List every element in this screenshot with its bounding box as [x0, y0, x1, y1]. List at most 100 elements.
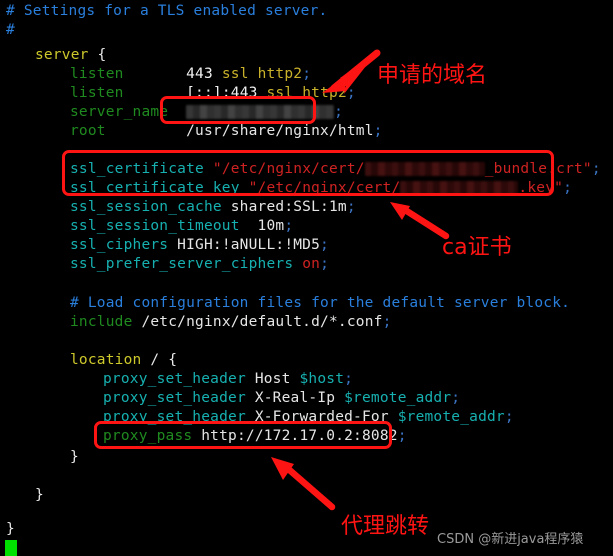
code-token: 443: [186, 66, 213, 82]
code-token: ;: [504, 409, 514, 425]
code-token: $remote_addr: [397, 409, 505, 425]
code-token: ;: [344, 371, 354, 387]
code-token: ssl_prefer_server_ciphers: [70, 256, 294, 272]
code-line: server {: [35, 46, 106, 65]
code-token: proxy_set_header: [103, 390, 246, 406]
code-line: proxy_set_header X-Real-Ip $remote_addr;: [103, 389, 460, 408]
code-token: proxy_set_header: [103, 409, 246, 425]
code-token: #: [6, 22, 15, 38]
terminal-screenshot: # Settings for a TLS enabled server. # ser…: [0, 0, 613, 556]
code-line: ssl_certificate "/etc/nginx/cert/ _bundle…: [70, 160, 601, 179]
code-line: location / {: [70, 351, 177, 370]
code-line: include /etc/nginx/default.d/*.conf;: [70, 313, 392, 332]
code-token: http://172.17.0.2:8082: [192, 428, 398, 444]
code-token: # Load configuration files for the defau…: [70, 295, 571, 311]
code-token: server: [35, 47, 98, 63]
code-line: root /usr/share/nginx/html;: [70, 122, 383, 141]
code-token: "/etc/nginx/cert/: [248, 180, 401, 196]
code-token: proxy_set_header: [103, 371, 246, 387]
code-token: ;: [591, 161, 601, 177]
redacted-value: [186, 105, 335, 119]
code-token: ssl http2: [221, 66, 303, 82]
code-token: }: [6, 521, 15, 537]
code-line: ssl_certificate_key "/etc/nginx/cert/ .ke…: [70, 179, 572, 198]
code-token: ssl_ciphers: [70, 237, 169, 253]
code-token: include: [70, 314, 133, 330]
code-token: HIGH:!aNULL:!MD5: [168, 237, 321, 253]
code-token: }: [70, 449, 79, 465]
code-line: listen 443 ssl http2;: [70, 65, 311, 84]
redacted-value: [400, 181, 519, 195]
code-token: ;: [397, 428, 407, 444]
code-line: ssl_session_timeout 10m;: [70, 217, 293, 236]
annotation-label-domain: 申请的域名: [377, 63, 488, 88]
code-token: X-Forwarded-For: [245, 409, 398, 425]
terminal-cursor: [5, 540, 17, 556]
code-token: ;: [346, 199, 356, 215]
code-token: on: [302, 256, 321, 272]
code-token: $host: [299, 371, 345, 387]
code-token: # Settings for a TLS enabled server.: [6, 3, 328, 19]
code-token: listen: [70, 85, 124, 101]
code-token: ;: [334, 104, 344, 120]
code-token: ;: [320, 237, 329, 253]
code-token: ssl_certificate_key: [70, 180, 240, 196]
arrow-to-proxy-pass: [271, 457, 336, 511]
code-token: ;: [382, 314, 392, 330]
annotation-label-ca-cert: ca证书: [442, 235, 512, 260]
code-line: proxy_set_header Host $host;: [103, 370, 353, 389]
arrow-to-server-name: [322, 49, 381, 94]
code-token: /etc/nginx/default.d/*.conf: [132, 314, 383, 330]
code-line: proxy_set_header X-Forwarded-For $remote…: [103, 408, 514, 427]
arrow-to-ssl-certificate: [390, 202, 450, 240]
code-line: ssl_session_cache shared:SSL:1m;: [70, 198, 356, 217]
code-token: proxy_pass: [103, 428, 193, 444]
code-line: listen [::]:443 ssl http2;: [70, 84, 356, 103]
code-token: ;: [320, 256, 329, 272]
code-token: }: [35, 487, 44, 503]
code-token: ssl_session_timeout: [70, 218, 240, 234]
code-line: # Settings for a TLS enabled server.: [6, 2, 327, 21]
code-token: _bundle.crt": [484, 161, 592, 177]
code-line: }: [70, 448, 79, 467]
code-token: ;: [373, 123, 383, 139]
code-token: ssl_session_cache: [70, 199, 222, 215]
code-token: root: [70, 123, 106, 139]
code-line: proxy_pass http://172.17.0.2:8082;: [103, 427, 407, 446]
code-token: {: [168, 352, 178, 368]
code-token: [::]:443: [186, 85, 258, 101]
code-token: 10m: [239, 218, 285, 234]
redacted-value: [364, 162, 485, 176]
code-token: listen: [70, 66, 124, 82]
code-token: /usr/share/nginx/html: [186, 123, 374, 139]
code-token: shared:SSL:1m: [221, 199, 347, 215]
code-token: "/etc/nginx/cert/: [212, 161, 365, 177]
code-token: location: [70, 352, 142, 368]
annotation-label-proxy: 代理跳转: [341, 514, 430, 539]
code-line: server_name ;: [70, 103, 343, 122]
code-token: Host: [245, 371, 300, 387]
code-line: #: [6, 21, 15, 40]
code-line: ssl_ciphers HIGH:!aNULL:!MD5;: [70, 236, 329, 255]
code-line: }: [35, 486, 44, 505]
code-token: /: [141, 352, 169, 368]
code-token: ;: [284, 218, 294, 234]
code-token: ;: [302, 66, 312, 82]
csdn-watermark: CSDN @新进java程序猿: [437, 532, 584, 547]
code-token: server_name: [70, 104, 169, 120]
code-token: X-Real-Ip: [245, 390, 345, 406]
code-line: ssl_prefer_server_ciphers on;: [70, 255, 329, 274]
code-token: $remote_addr: [344, 390, 452, 406]
code-token: ;: [451, 390, 461, 406]
code-token: ;: [563, 180, 573, 196]
code-line: # Load configuration files for the defau…: [70, 294, 570, 313]
